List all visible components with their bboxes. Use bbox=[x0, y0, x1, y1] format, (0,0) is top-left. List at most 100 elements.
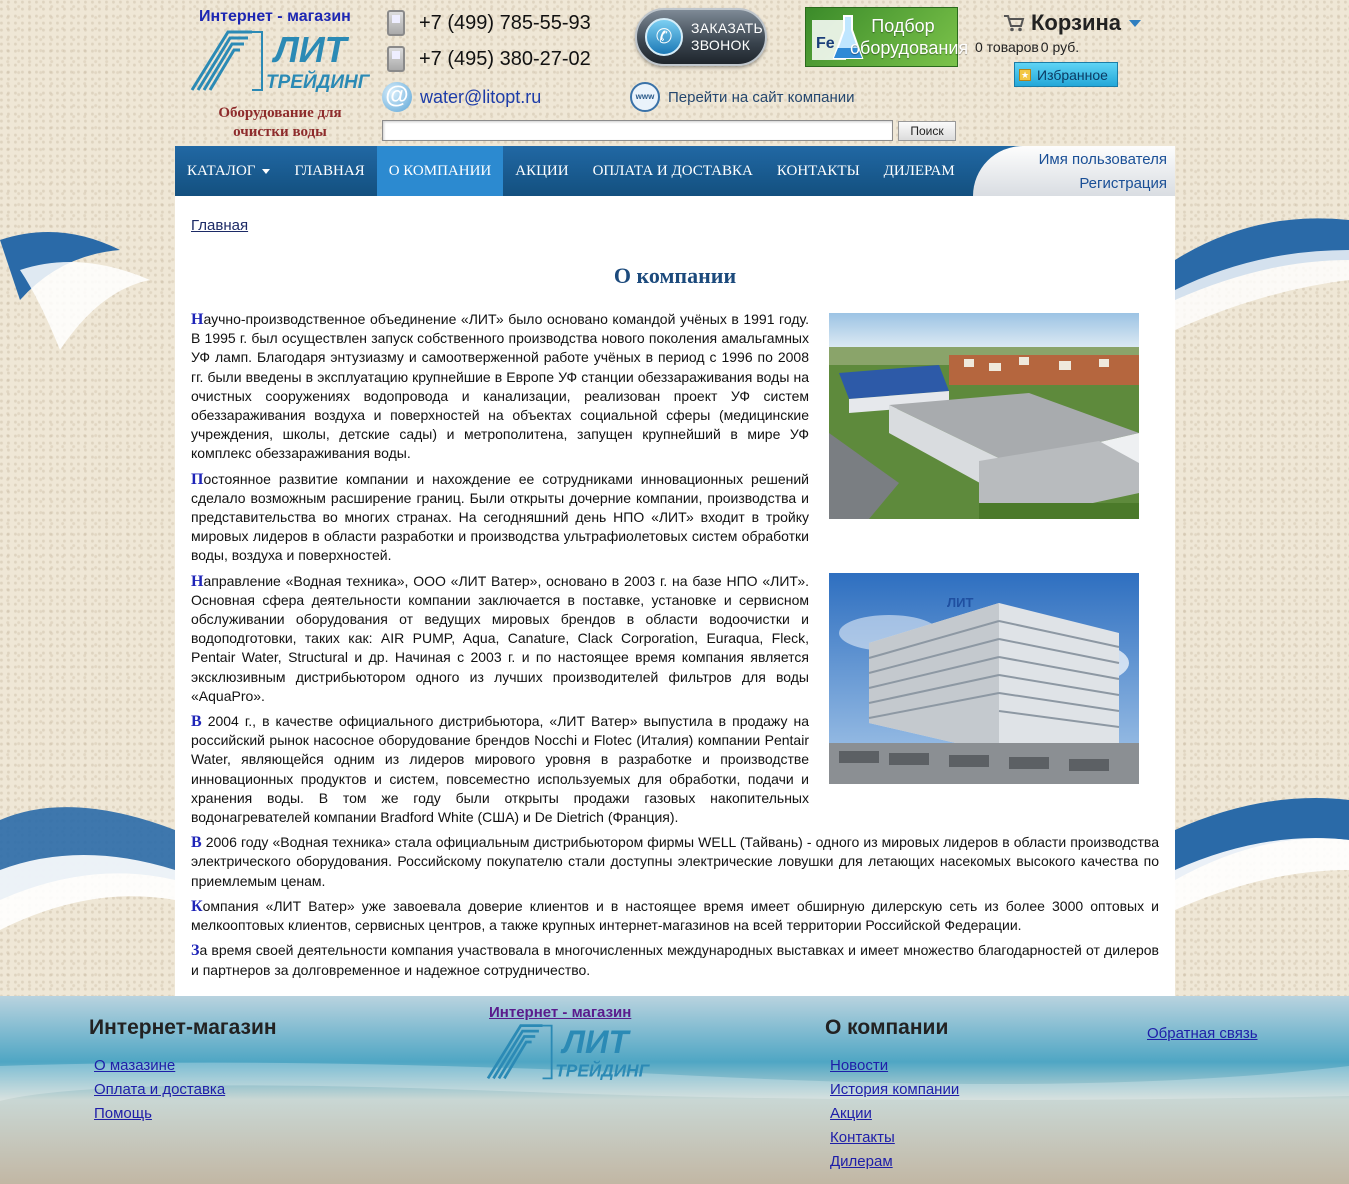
footer-link-help[interactable]: Помощь bbox=[94, 1102, 225, 1126]
paragraph-6: Компания «ЛИТ Ватер» уже завоевала довер… bbox=[191, 897, 1159, 935]
logo-tagline: Оборудование для очистки воды bbox=[195, 104, 365, 142]
equipment-selection-button[interactable]: Fe Подбор оборудования bbox=[805, 7, 969, 67]
footer-link-news[interactable]: Новости bbox=[830, 1054, 959, 1078]
paragraph-4: В 2004 г., в качестве официального дистр… bbox=[191, 712, 809, 827]
order-callback-button[interactable]: ✆ Заказать звонок bbox=[635, 8, 767, 66]
lit-logo[interactable]: ЛИТ ТРЕЙДИНГ bbox=[190, 28, 370, 94]
select-label: Подбор оборудования bbox=[850, 15, 969, 59]
company-site-row: www Перейти на сайт компании bbox=[630, 82, 855, 112]
cart-sum: 0 руб. bbox=[1040, 39, 1080, 55]
paragraph-text: аправление «Водная техника», ООО «ЛИТ Ва… bbox=[191, 572, 809, 704]
paragraph-text: 2006 году «Водная техника» стала официал… bbox=[191, 834, 1159, 889]
paragraph-text: аучно-производственное объединение «ЛИТ»… bbox=[191, 311, 809, 462]
shopping-cart-icon bbox=[1004, 15, 1025, 32]
drop-cap: К bbox=[191, 897, 203, 915]
at-sign-icon: @ bbox=[382, 82, 412, 112]
main-content: Главная О компании Научно-производственн… bbox=[175, 196, 1175, 996]
footer-logo-line2: ТРЕЙДИНГ bbox=[555, 1061, 650, 1081]
drop-cap: Н bbox=[191, 311, 204, 328]
footer-link-promotions[interactable]: Акции bbox=[830, 1102, 959, 1126]
favorites-button[interactable]: ★ Избранное bbox=[1014, 62, 1118, 87]
callback-label: Заказать звонок bbox=[691, 20, 763, 54]
logo-brand-line2: ТРЕЙДИНГ bbox=[266, 71, 370, 93]
page-title: О компании bbox=[613, 263, 737, 288]
site-footer: Интернет-магазин О мазазине Оплата и дос… bbox=[0, 996, 1349, 1184]
footer-company-heading: О компании bbox=[825, 1016, 949, 1039]
footer-link-history[interactable]: История компании bbox=[830, 1078, 959, 1102]
fe-symbol: Fe bbox=[816, 35, 835, 52]
nav-contacts[interactable]: Контакты bbox=[765, 146, 872, 196]
phone-row-1: +7 (499) 785-55-93 bbox=[387, 10, 591, 36]
user-panel: Имя пользователя Регистрация bbox=[973, 146, 1175, 196]
caret-down-icon bbox=[262, 168, 271, 174]
tagline-line2: очистки воды bbox=[233, 124, 327, 140]
logo-shop-label[interactable]: Интернет - магазин bbox=[199, 8, 351, 26]
nav-dealers[interactable]: Дилерам bbox=[872, 146, 967, 196]
drop-cap: В bbox=[191, 834, 202, 852]
select-line1: Подбор bbox=[871, 16, 935, 36]
footer-link-about-shop[interactable]: О мазазине bbox=[94, 1054, 225, 1078]
mobile-phone-icon bbox=[387, 46, 405, 72]
cart-item-count: 0 товаров bbox=[975, 39, 1039, 55]
footer-link-contacts[interactable]: Контакты bbox=[830, 1126, 959, 1150]
drop-cap: Н bbox=[191, 572, 204, 590]
company-site-link[interactable]: Перейти на сайт компании bbox=[668, 89, 855, 106]
paragraph-2: Постоянное развитие компании и нахождени… bbox=[191, 470, 809, 566]
globe-www-icon: www bbox=[630, 82, 660, 112]
background-wave-right bbox=[1175, 218, 1349, 910]
nav-about[interactable]: О компании bbox=[376, 146, 504, 196]
chevron-down-icon[interactable] bbox=[1129, 19, 1141, 27]
nav-catalog-label: Каталог bbox=[187, 162, 256, 179]
footer-link-dealers[interactable]: Дилерам bbox=[830, 1150, 959, 1174]
cart-summary: 0 товаров 0 руб. bbox=[975, 39, 1079, 55]
footer-shop-links: О мазазине Оплата и доставка Помощь bbox=[94, 1054, 225, 1126]
paragraph-text: омпания «ЛИТ Ватер» уже завоевала довери… bbox=[191, 897, 1159, 934]
star-icon: ★ bbox=[1019, 68, 1031, 81]
footer-company-links: Новости История компании Акции Контакты … bbox=[830, 1054, 959, 1174]
footer-shop-heading: Интернет-магазин bbox=[89, 1016, 277, 1039]
search-button[interactable]: Поиск bbox=[898, 121, 956, 141]
logo-brand-line1: ЛИТ bbox=[271, 29, 350, 70]
nav-catalog[interactable]: Каталог bbox=[175, 146, 282, 196]
site-header: Интернет - магазин ЛИТ ТРЕЙДИНГ Оборудов… bbox=[175, 0, 1175, 146]
select-line2: оборудования bbox=[850, 38, 969, 58]
paragraph-3: Направление «Водная техника», ООО «ЛИТ В… bbox=[191, 572, 809, 706]
office-building-photo: ЛИТ bbox=[829, 573, 1139, 784]
drop-cap: В bbox=[191, 713, 202, 731]
background-wave-left bbox=[0, 232, 175, 930]
handset-icon: ✆ bbox=[645, 18, 683, 56]
phone-row-2: +7 (495) 380-27-02 bbox=[387, 46, 591, 72]
drop-cap: П bbox=[191, 470, 204, 488]
main-navigation: Каталог Главная О компании Акции Оплата … bbox=[175, 146, 1175, 196]
tagline-line1: Оборудование для bbox=[218, 105, 342, 121]
factory-aerial-photo bbox=[829, 313, 1139, 519]
mobile-phone-icon bbox=[387, 10, 405, 36]
breadcrumb-home[interactable]: Главная bbox=[191, 217, 248, 234]
footer-link-payment[interactable]: Оплата и доставка bbox=[94, 1078, 225, 1102]
username-link[interactable]: Имя пользователя bbox=[973, 148, 1167, 172]
building-sign: ЛИТ bbox=[947, 595, 973, 610]
nav-payment-delivery[interactable]: Оплата и доставка bbox=[581, 146, 765, 196]
paragraph-text: а время своей деятельности компания учас… bbox=[191, 942, 1159, 978]
feedback-link[interactable]: Обратная связь bbox=[1147, 1025, 1258, 1042]
nav-home[interactable]: Главная bbox=[282, 146, 376, 196]
phone-number-1[interactable]: +7 (499) 785-55-93 bbox=[419, 12, 591, 35]
callback-line2: звонок bbox=[691, 37, 751, 53]
paragraph-text: 2004 г., в качестве официального дистриб… bbox=[191, 713, 809, 826]
nav-promotions[interactable]: Акции bbox=[503, 146, 580, 196]
cart-title: Корзина bbox=[1031, 10, 1121, 35]
favorites-label: Избранное bbox=[1037, 66, 1108, 83]
email-link[interactable]: water@litopt.ru bbox=[420, 87, 541, 108]
callback-line1: Заказать bbox=[691, 20, 763, 36]
email-row: @ water@litopt.ru bbox=[382, 82, 541, 112]
paragraph-1: Научно-производственное объединение «ЛИТ… bbox=[191, 310, 809, 464]
paragraph-7: За время своей деятельности компания уча… bbox=[191, 941, 1159, 979]
footer-logo-label[interactable]: Интернет - магазин bbox=[489, 1004, 631, 1021]
footer-logo-line1: ЛИТ bbox=[561, 1023, 632, 1060]
cart-header[interactable]: Корзина bbox=[1003, 10, 1141, 36]
paragraph-5: В 2006 году «Водная техника» стала офици… bbox=[191, 833, 1159, 891]
search-input[interactable] bbox=[382, 120, 893, 141]
footer-lit-logo[interactable]: ЛИТ ТРЕЙДИНГ bbox=[485, 1022, 651, 1082]
phone-number-2[interactable]: +7 (495) 380-27-02 bbox=[419, 48, 591, 71]
register-link[interactable]: Регистрация bbox=[973, 172, 1167, 196]
